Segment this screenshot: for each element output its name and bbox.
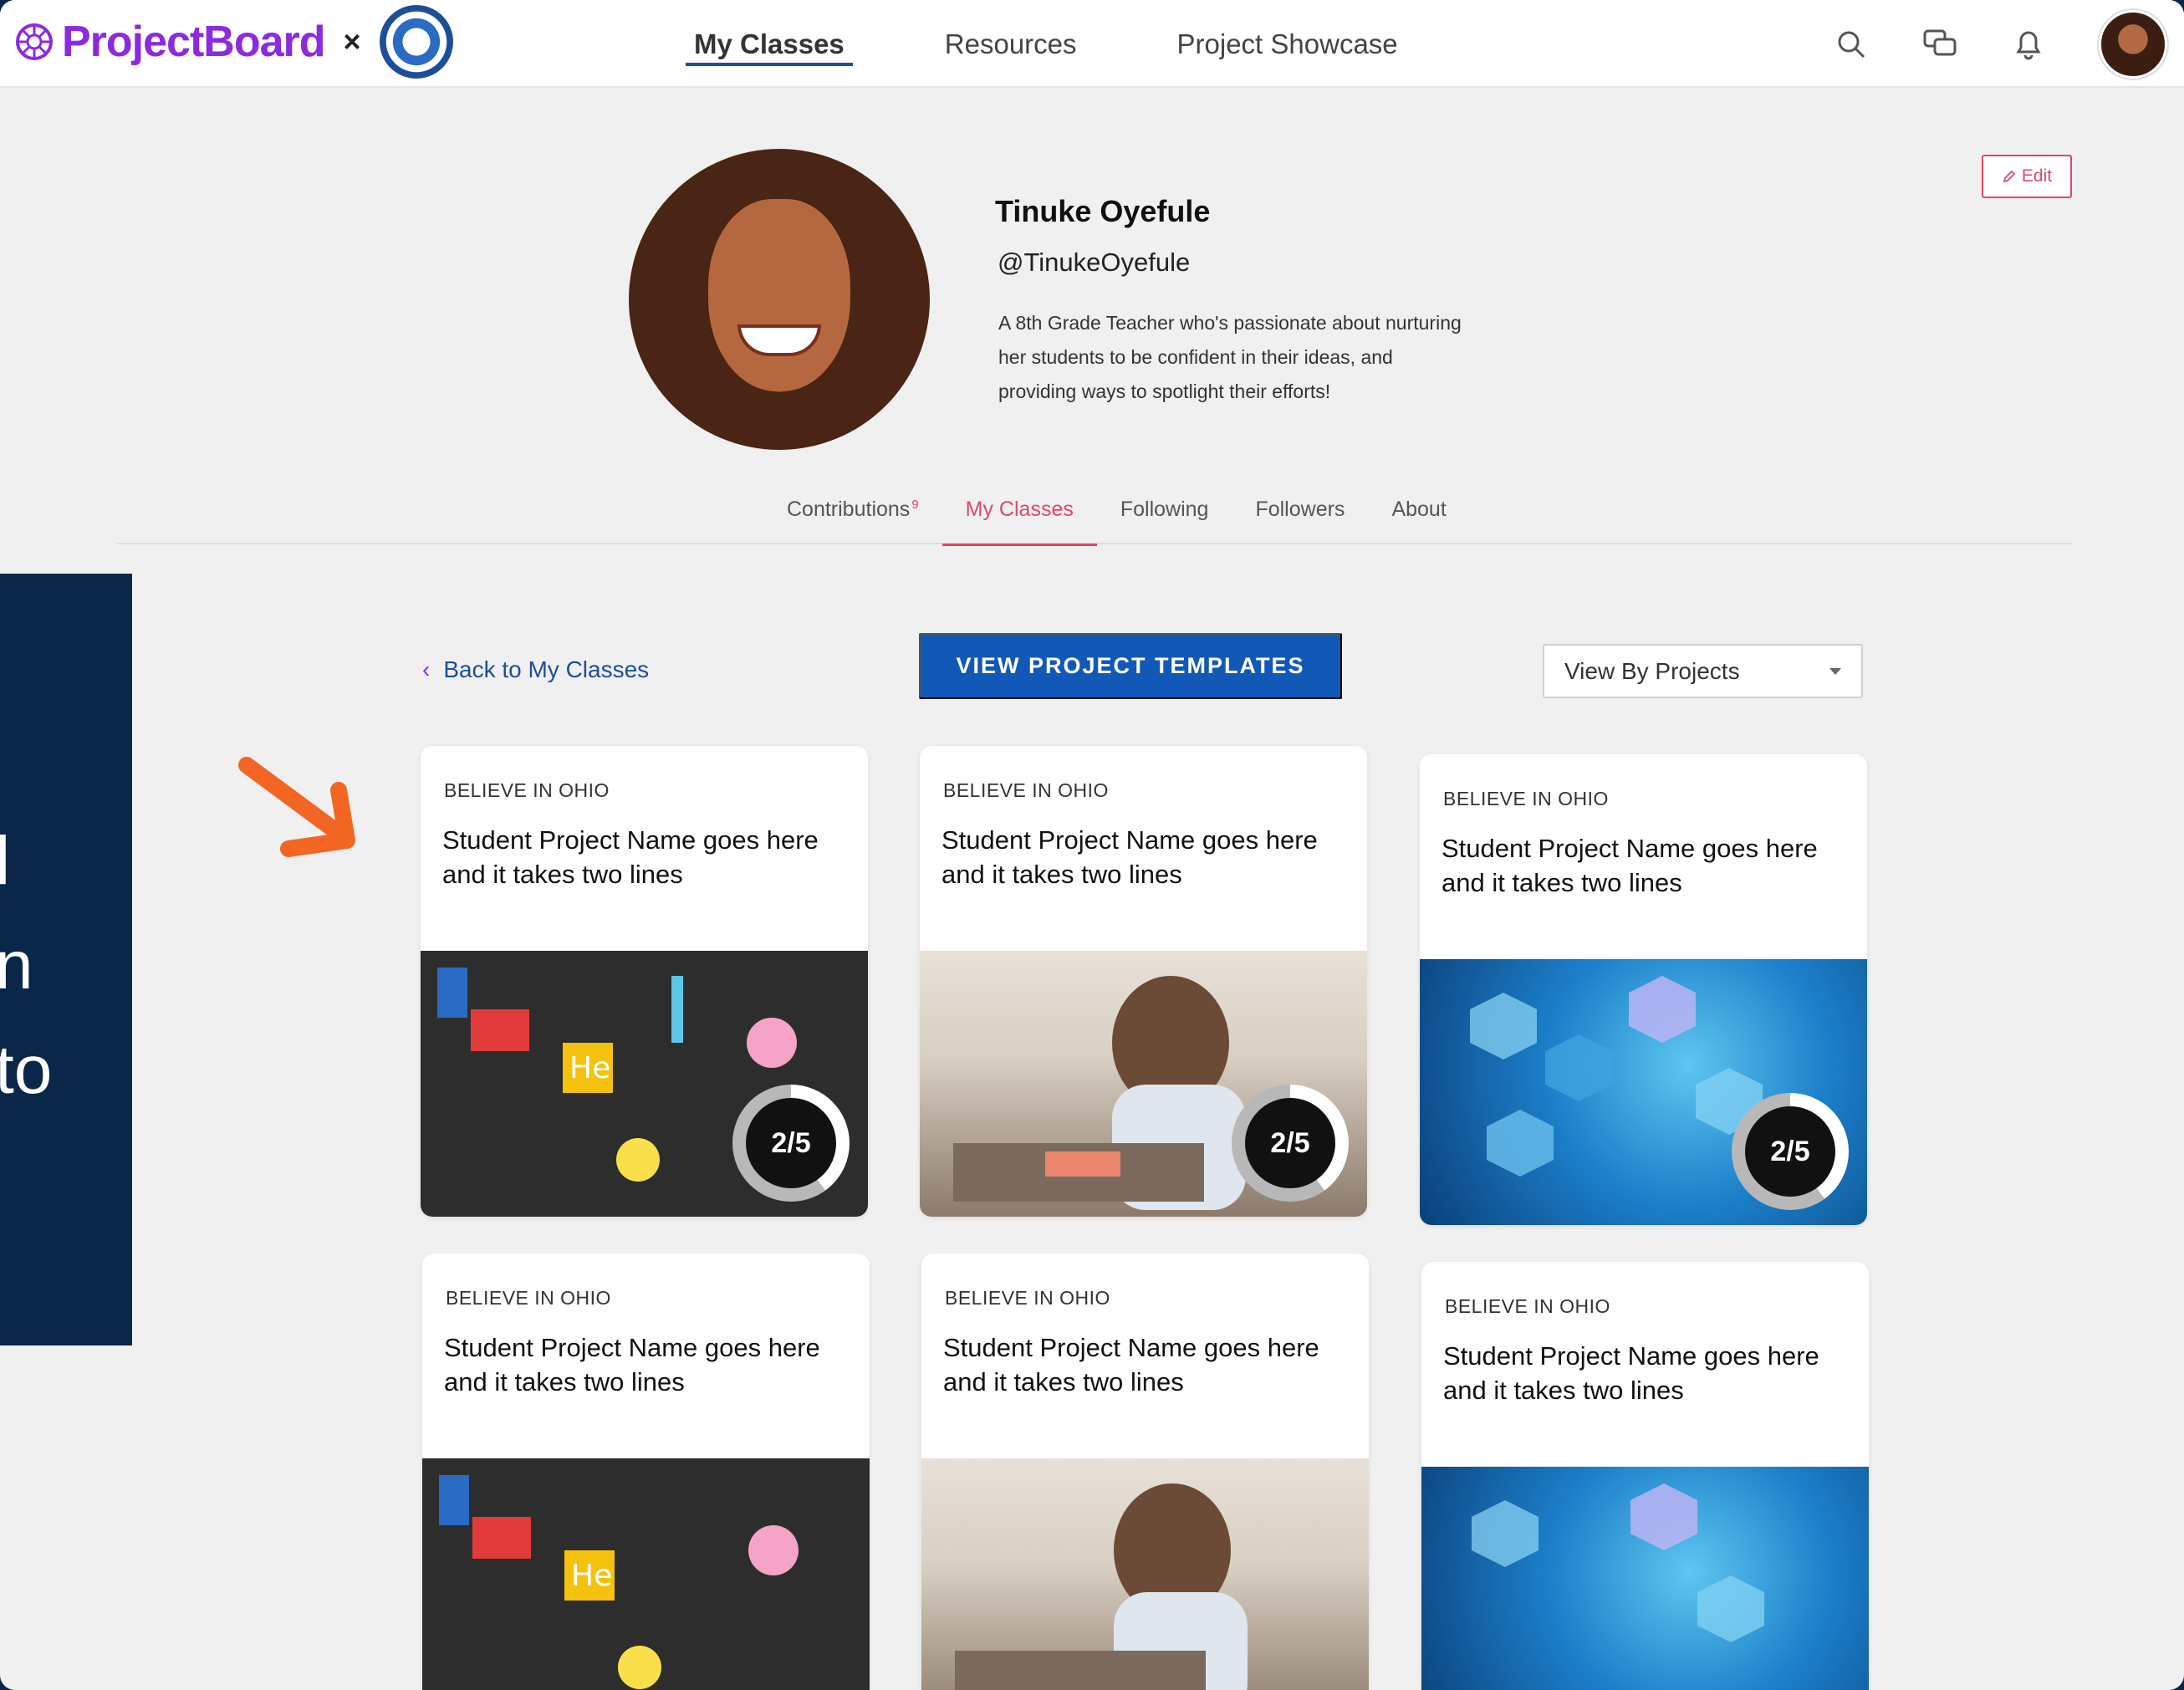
search-icon[interactable] xyxy=(1833,26,1870,63)
brand[interactable]: ProjectBoard × xyxy=(15,5,453,79)
tab-label: Followers xyxy=(1255,498,1345,521)
card-image-science-icons: He 2/5 xyxy=(421,951,868,1217)
contributions-count-badge: 9 xyxy=(911,498,919,512)
profile-handle: @TinukeOyefule xyxy=(998,248,1191,277)
tab-label: Contributions xyxy=(787,498,911,521)
card-category: BELIEVE IN OHIO xyxy=(1443,788,1609,809)
back-to-classes-link[interactable]: ‹ Back to My Classes xyxy=(422,656,649,683)
pencil-icon xyxy=(2003,170,2016,183)
back-link-label: Back to My Classes xyxy=(443,656,650,682)
card-category: BELIEVE IN OHIO xyxy=(1445,1295,1610,1317)
project-card[interactable]: BELIEVE IN OHIO Student Project Name goe… xyxy=(1421,1262,1869,1690)
project-card[interactable]: BELIEVE IN OHIO Student Project Name goe… xyxy=(421,746,868,1217)
chevron-down-icon xyxy=(1829,667,1841,675)
brand-separator: × xyxy=(343,24,361,59)
tab-about[interactable]: About xyxy=(1368,489,1469,544)
edit-profile-button[interactable]: Edit xyxy=(1982,155,2072,198)
overlay-text-line: n xyxy=(0,927,33,1003)
card-title: Student Project Name goes here and it ta… xyxy=(1443,1341,1819,1405)
ohio-academy-seal-logo xyxy=(379,5,453,79)
view-project-templates-button[interactable]: VIEW PROJECT TEMPLATES xyxy=(919,633,1342,699)
card-title: Student Project Name goes here and it ta… xyxy=(1442,834,1818,897)
card-image-science-icons: He xyxy=(422,1458,870,1690)
tab-my-classes[interactable]: My Classes xyxy=(941,489,1098,546)
card-category: BELIEVE IN OHIO xyxy=(446,1287,611,1309)
progress-label: 2/5 xyxy=(1745,1106,1835,1197)
profile-name: Tinuke Oyefule xyxy=(995,194,1211,228)
card-image-blue-hexagons xyxy=(1421,1467,1869,1690)
tab-contributions[interactable]: Contributions 9 xyxy=(763,489,942,544)
svg-text:He: He xyxy=(569,1051,610,1085)
svg-text:He: He xyxy=(571,1559,612,1593)
project-card[interactable]: BELIEVE IN OHIO Student Project Name goe… xyxy=(921,1253,1369,1690)
top-navbar: ProjectBoard × My Classes Resources Proj… xyxy=(0,0,2184,88)
card-title: Student Project Name goes here and it ta… xyxy=(943,1333,1319,1396)
tab-followers[interactable]: Followers xyxy=(1232,489,1368,544)
progress-ring: 2/5 xyxy=(732,1085,850,1202)
card-image-blue-hexagons: 2/5 xyxy=(1420,959,1867,1225)
nav-resources[interactable]: Resources xyxy=(945,0,1077,88)
nav-actions xyxy=(1833,0,2184,88)
bell-icon[interactable] xyxy=(2010,26,2047,63)
progress-ring: 2/5 xyxy=(1232,1085,1349,1202)
tab-label: About xyxy=(1391,498,1447,521)
annotation-arrow-icon xyxy=(238,757,355,857)
bio-line: A 8th Grade Teacher who's passionate abo… xyxy=(998,312,1462,334)
progress-ring: 2/5 xyxy=(1732,1093,1849,1210)
nav-my-classes[interactable]: My Classes xyxy=(686,0,853,88)
main-nav: My Classes Resources Project Showcase xyxy=(686,0,1498,88)
profile-tabs: Contributions 9 My Classes Following Foll… xyxy=(117,489,2072,546)
app-window: ProjectBoard × My Classes Resources Proj… xyxy=(0,0,2184,1690)
card-category: BELIEVE IN OHIO xyxy=(943,779,1109,801)
card-title: Student Project Name goes here and it ta… xyxy=(444,1333,820,1396)
tab-following[interactable]: Following xyxy=(1097,489,1232,544)
profile-bio: A 8th Grade Teacher who's passionate abo… xyxy=(998,306,1550,409)
card-category: BELIEVE IN OHIO xyxy=(444,779,610,801)
progress-label: 2/5 xyxy=(1245,1098,1335,1188)
overlay-text-line: l xyxy=(0,823,11,899)
card-image-girl-soldering xyxy=(921,1458,1369,1690)
brand-name: ProjectBoard xyxy=(62,18,326,66)
tab-label: My Classes xyxy=(965,498,1074,521)
nav-project-showcase[interactable]: Project Showcase xyxy=(1177,0,1398,88)
card-title: Student Project Name goes here and it ta… xyxy=(442,825,819,889)
user-avatar[interactable] xyxy=(2099,9,2167,79)
projectboard-logo-icon xyxy=(16,23,53,60)
view-select-value: View By Projects xyxy=(1564,657,1740,684)
project-card[interactable]: BELIEVE IN OHIO Student Project Name goe… xyxy=(422,1253,870,1690)
card-category: BELIEVE IN OHIO xyxy=(945,1287,1110,1309)
chevron-left-icon: ‹ xyxy=(422,656,431,682)
profile-photo xyxy=(629,149,930,450)
bio-line: providing ways to spotlight their effort… xyxy=(998,380,1331,402)
progress-label: 2/5 xyxy=(746,1098,836,1188)
view-by-select[interactable]: View By Projects xyxy=(1543,644,1863,698)
overlay-text-panel: l n to xyxy=(0,574,132,1345)
chat-icon[interactable] xyxy=(1921,26,1958,63)
tab-label: Following xyxy=(1120,498,1209,521)
card-image-girl-soldering: 2/5 xyxy=(920,951,1367,1217)
overlay-text-line: to xyxy=(0,1032,53,1108)
project-card[interactable]: BELIEVE IN OHIO Student Project Name goe… xyxy=(1420,754,1867,1225)
edit-label: Edit xyxy=(2021,166,2053,186)
bio-line: her students to be confident in their id… xyxy=(998,346,1393,368)
project-card[interactable]: BELIEVE IN OHIO Student Project Name goe… xyxy=(920,746,1367,1217)
card-title: Student Project Name goes here and it ta… xyxy=(941,825,1318,889)
